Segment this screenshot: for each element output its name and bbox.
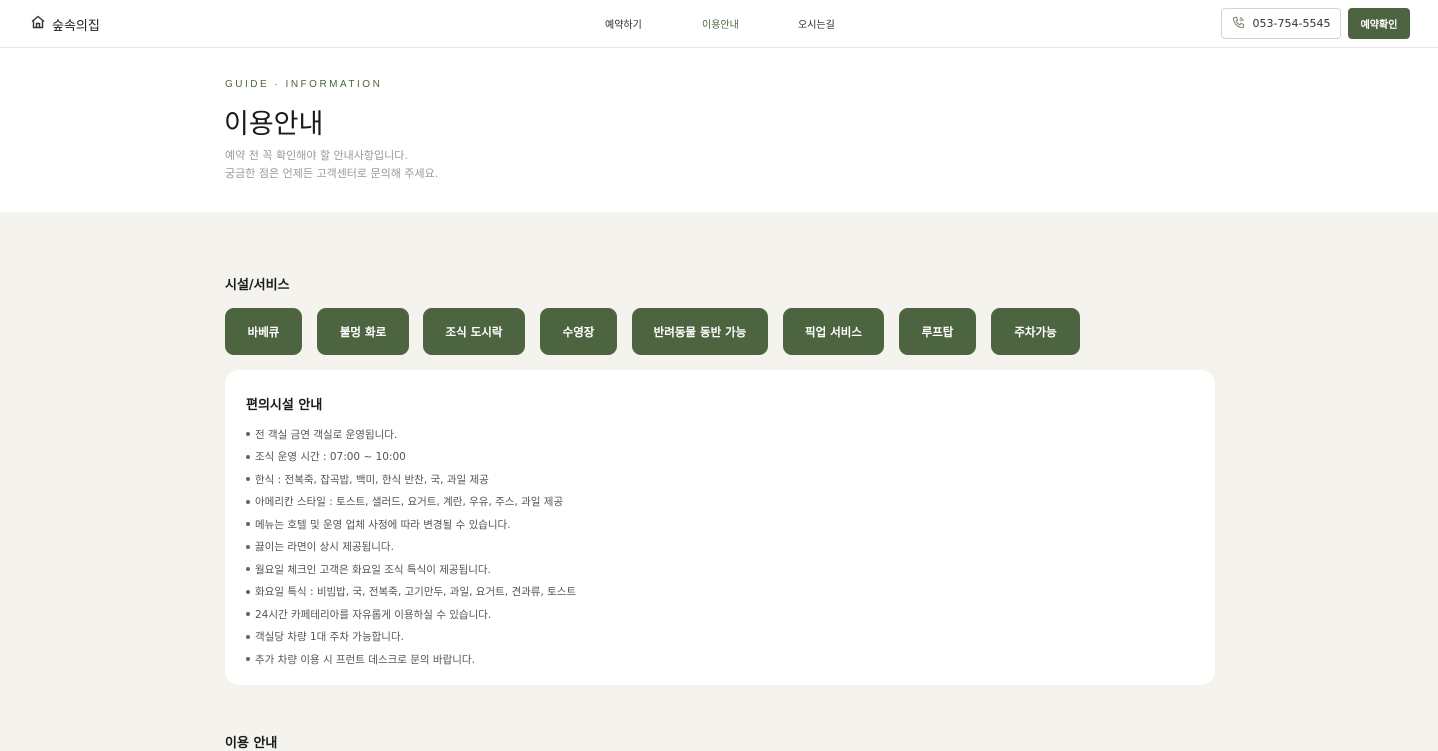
phone-number: 053-754-5545 bbox=[1252, 17, 1331, 30]
bullet-icon bbox=[246, 477, 250, 482]
amenities-list: 전 객실 금연 객실로 운영됩니다. 조식 운영 시간 : 07:00 ~ 10… bbox=[246, 423, 576, 671]
bullet-icon bbox=[246, 432, 250, 437]
facility-chip[interactable]: 수영장 bbox=[540, 308, 617, 355]
phone-button[interactable]: 053-754-5545 bbox=[1221, 8, 1341, 39]
list-item: 객실당 차량 1대 주차 가능합니다. bbox=[246, 626, 576, 649]
card-title: 편의시설 안내 bbox=[246, 398, 323, 413]
amenities-info-card: 편의시설 안내 전 객실 금연 객실로 운영됩니다. 조식 운영 시간 : 07… bbox=[225, 370, 1215, 685]
home-icon bbox=[30, 14, 46, 34]
facility-chip[interactable]: 주차가능 bbox=[991, 308, 1080, 355]
list-item-text: 전 객실 금연 객실로 운영됩니다. bbox=[255, 428, 398, 441]
usage-section-title: 이용 안내 bbox=[225, 736, 278, 751]
logo[interactable]: 숲속의집 bbox=[30, 14, 100, 34]
site-header: 숲속의집 예약하기 이용안내 오시는길 053-754-5545 예약확인 bbox=[0, 0, 1438, 48]
facilities-section-title: 시설/서비스 bbox=[225, 278, 290, 293]
list-item: 조식 운영 시간 : 07:00 ~ 10:00 bbox=[246, 446, 576, 469]
logo-text: 숲속의집 bbox=[52, 18, 100, 34]
facility-chip[interactable]: 반려동물 동반 가능 bbox=[632, 308, 768, 355]
bullet-icon bbox=[246, 544, 250, 549]
nav-reservation[interactable]: 예약하기 bbox=[605, 16, 642, 31]
list-item-text: 조식 운영 시간 : 07:00 ~ 10:00 bbox=[255, 451, 406, 464]
facility-chip[interactable]: 루프탑 bbox=[899, 308, 976, 355]
list-item: 끓이는 라면이 상시 제공됩니다. bbox=[246, 536, 576, 559]
page-title: 이용안내 bbox=[224, 109, 324, 140]
facility-chip[interactable]: 픽업 서비스 bbox=[783, 308, 884, 355]
list-item-text: 객실당 차량 1대 주차 가능합니다. bbox=[255, 631, 404, 644]
list-item: 화요일 특식 : 비빔밥, 국, 전복죽, 고기만두, 과일, 요거트, 견과류… bbox=[246, 581, 576, 604]
bullet-icon bbox=[246, 612, 250, 617]
nav-directions[interactable]: 오시는길 bbox=[798, 16, 835, 31]
list-item-text: 24시간 카페테리아를 자유롭게 이용하실 수 있습니다. bbox=[255, 608, 492, 621]
facility-chip[interactable]: 불멍 화로 bbox=[317, 308, 409, 355]
page-subtitle-line-1: 예약 전 꼭 확인해야 할 안내사항입니다. bbox=[225, 149, 408, 162]
list-item: 전 객실 금연 객실로 운영됩니다. bbox=[246, 423, 576, 446]
bullet-icon bbox=[246, 567, 250, 572]
page-subtitle-line-2: 궁금한 점은 언제든 고객센터로 문의해 주세요. bbox=[225, 167, 439, 180]
bullet-icon bbox=[246, 589, 250, 594]
bullet-icon bbox=[246, 634, 250, 639]
list-item-text: 월요일 체크인 고객은 화요일 조식 특식이 제공됩니다. bbox=[255, 563, 491, 576]
phone-icon bbox=[1232, 16, 1245, 32]
list-item-text: 메뉴는 호텔 및 운영 업체 사정에 따라 변경될 수 있습니다. bbox=[255, 518, 511, 531]
hero-section: GUIDE · INFORMATION 이용안내 예약 전 꼭 확인해야 할 안… bbox=[0, 48, 1438, 212]
list-item: 메뉴는 호텔 및 운영 업체 사정에 따라 변경될 수 있습니다. bbox=[246, 513, 576, 536]
bullet-icon bbox=[246, 499, 250, 504]
nav-guide[interactable]: 이용안내 bbox=[702, 16, 739, 31]
list-item-text: 한식 : 전복죽, 잡곡밥, 백미, 한식 반찬, 국, 과일 제공 bbox=[255, 473, 489, 486]
eyebrow-label: GUIDE · INFORMATION bbox=[225, 79, 383, 90]
list-item-text: 아메리칸 스타일 : 토스트, 샐러드, 요거트, 계란, 우유, 주스, 과일… bbox=[255, 496, 564, 509]
bullet-icon bbox=[246, 657, 250, 662]
list-item: 아메리칸 스타일 : 토스트, 샐러드, 요거트, 계란, 우유, 주스, 과일… bbox=[246, 491, 576, 514]
list-item-text: 화요일 특식 : 비빔밥, 국, 전복죽, 고기만두, 과일, 요거트, 견과류… bbox=[255, 586, 577, 599]
reservation-confirm-button[interactable]: 예약확인 bbox=[1348, 8, 1410, 39]
bullet-icon bbox=[246, 522, 250, 527]
facility-chip[interactable]: 바베큐 bbox=[225, 308, 302, 355]
list-item-text: 추가 차량 이용 시 프런트 데스크로 문의 바랍니다. bbox=[255, 653, 475, 666]
list-item: 한식 : 전복죽, 잡곡밥, 백미, 한식 반찬, 국, 과일 제공 bbox=[246, 468, 576, 491]
bullet-icon bbox=[246, 454, 250, 459]
list-item: 월요일 체크인 고객은 화요일 조식 특식이 제공됩니다. bbox=[246, 558, 576, 581]
list-item-text: 끓이는 라면이 상시 제공됩니다. bbox=[255, 541, 394, 554]
list-item: 24시간 카페테리아를 자유롭게 이용하실 수 있습니다. bbox=[246, 603, 576, 626]
facility-chip[interactable]: 조식 도시락 bbox=[423, 308, 525, 355]
list-item: 추가 차량 이용 시 프런트 데스크로 문의 바랍니다. bbox=[246, 648, 576, 671]
